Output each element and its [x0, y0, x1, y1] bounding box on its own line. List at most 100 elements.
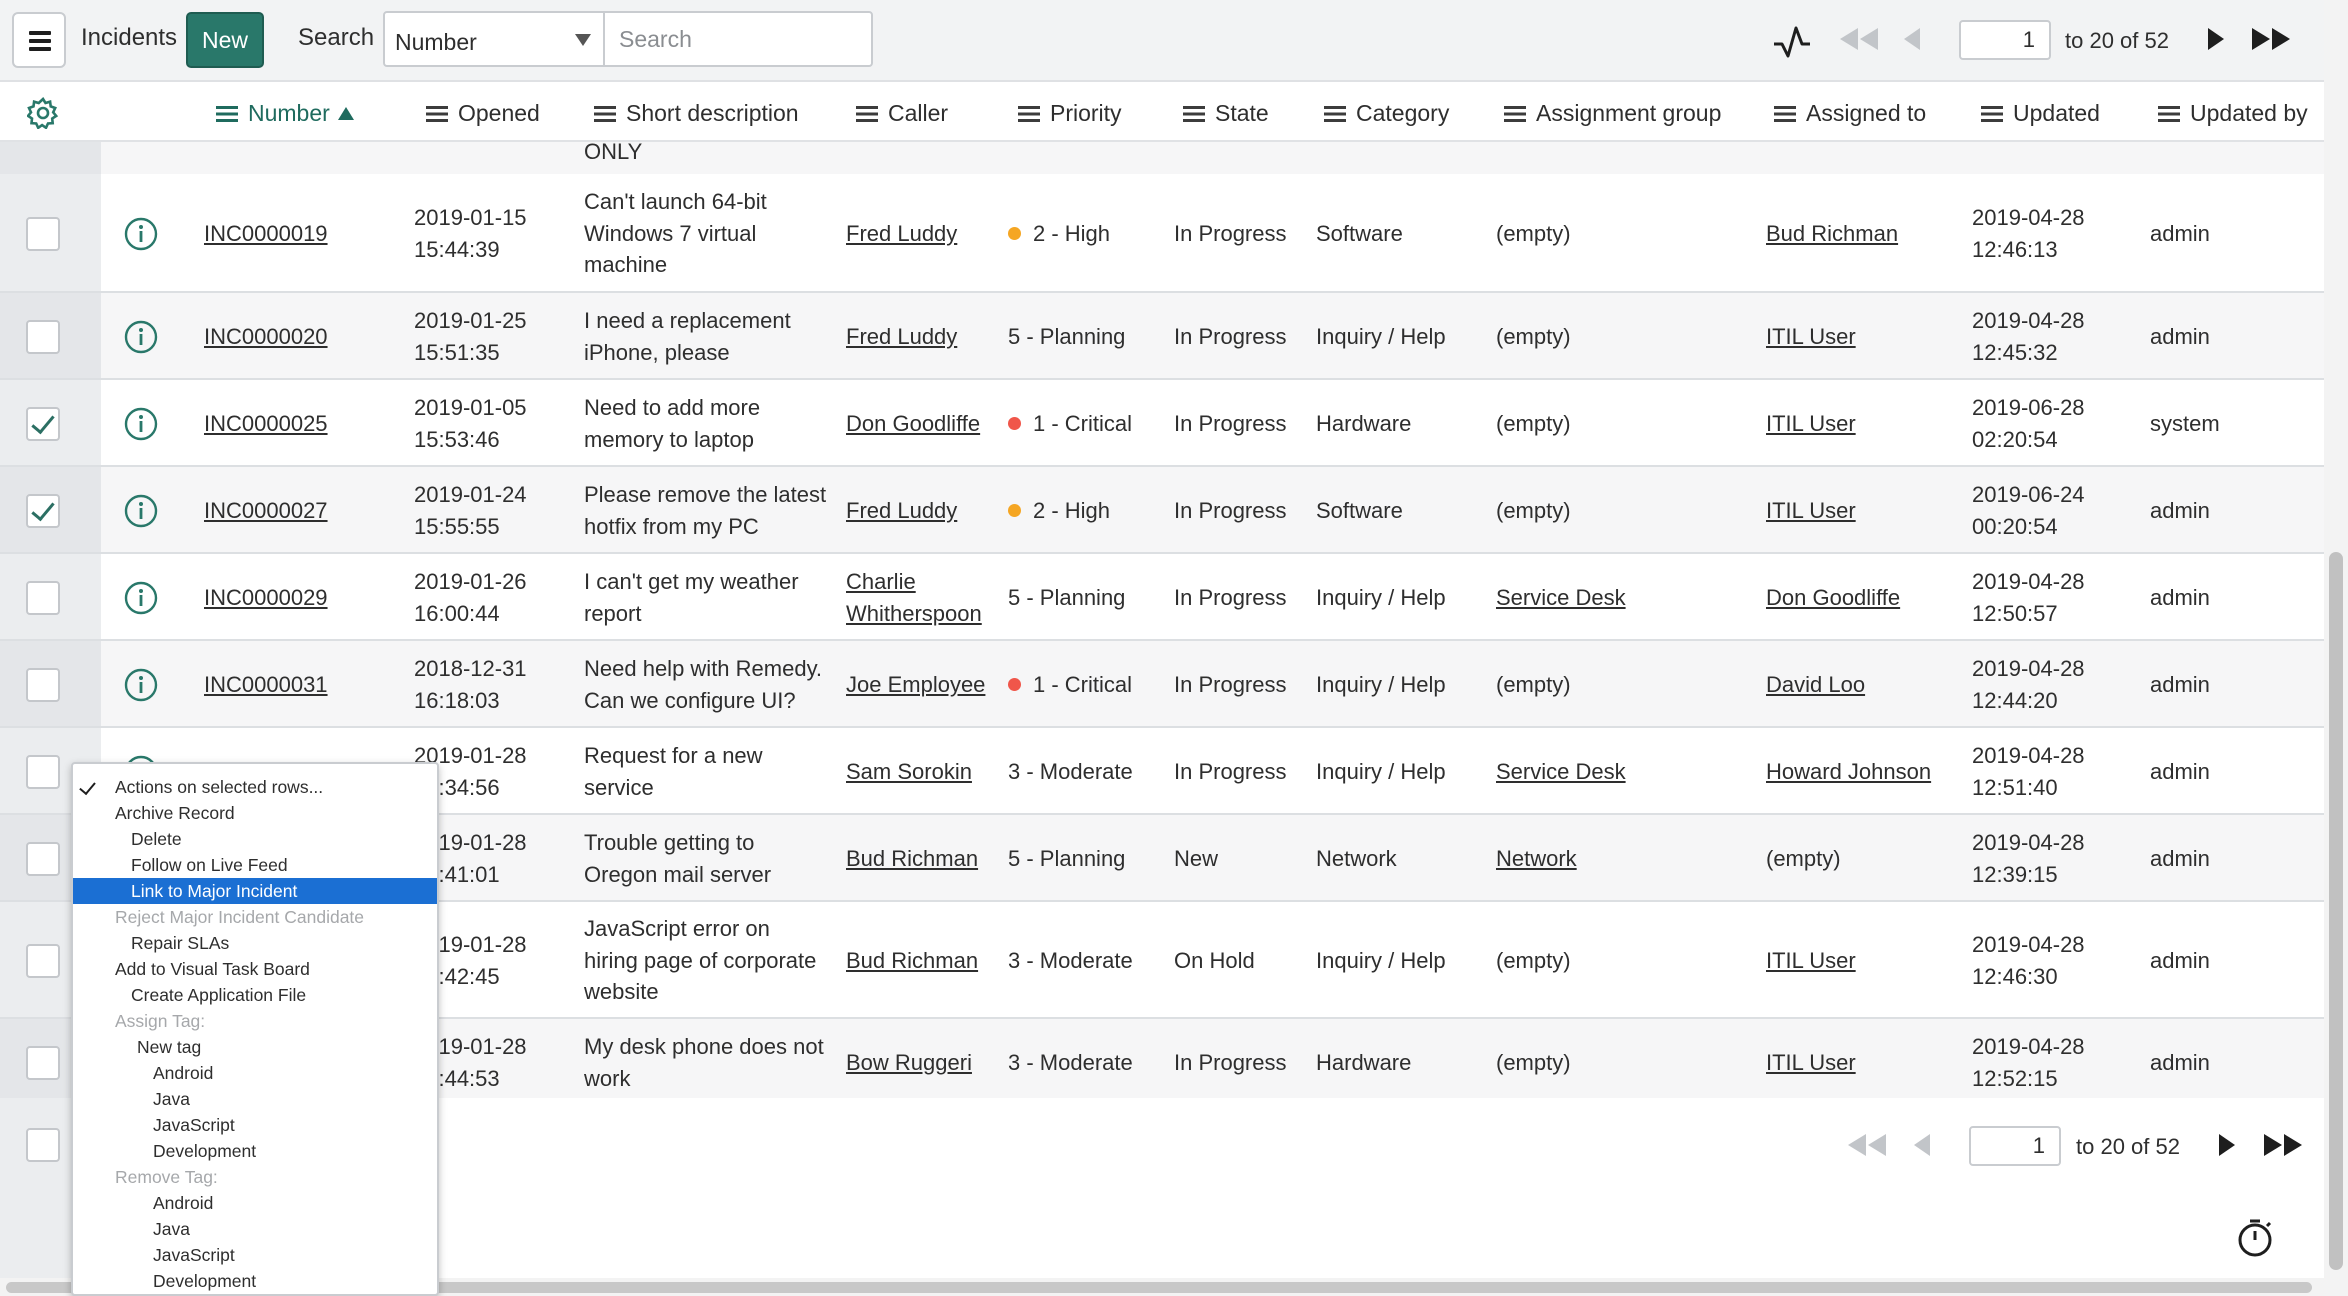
- select-all-checkbox[interactable]: [26, 1128, 60, 1162]
- assigned-to-link[interactable]: ITIL User: [1766, 1047, 1856, 1079]
- column-header-caller[interactable]: Caller: [856, 100, 948, 127]
- footer-page-number-input[interactable]: [1969, 1126, 2061, 1166]
- column-menu-icon[interactable]: [2158, 106, 2180, 122]
- column-header-priority[interactable]: Priority: [1018, 100, 1122, 127]
- menu-item[interactable]: Java: [73, 1086, 437, 1112]
- menu-item[interactable]: Android: [73, 1190, 437, 1216]
- menu-item[interactable]: Java: [73, 1216, 437, 1242]
- column-header-short-description[interactable]: Short description: [594, 100, 799, 127]
- column-header-state[interactable]: State: [1183, 100, 1269, 127]
- assigned-to-link[interactable]: ITIL User: [1766, 495, 1856, 527]
- incident-number-link[interactable]: INC0000025: [204, 408, 328, 440]
- caller-link[interactable]: Fred Luddy: [846, 218, 957, 250]
- footer-prev-page-icon[interactable]: [1912, 1134, 1932, 1156]
- column-menu-icon[interactable]: [594, 106, 616, 122]
- column-header-assignment-group[interactable]: Assignment group: [1504, 100, 1721, 127]
- row-checkbox[interactable]: [26, 841, 60, 876]
- incident-number-link[interactable]: INC0000020: [204, 321, 328, 353]
- gear-icon[interactable]: [27, 97, 59, 129]
- menu-item[interactable]: Delete: [73, 826, 437, 852]
- menu-item[interactable]: Add to Visual Task Board: [73, 956, 437, 982]
- vertical-scrollbar[interactable]: [2324, 0, 2348, 1296]
- prev-page-icon[interactable]: [1902, 28, 1922, 50]
- row-checkbox[interactable]: [26, 667, 60, 702]
- assigned-to-link[interactable]: Howard Johnson: [1766, 756, 1931, 788]
- row-checkbox[interactable]: [26, 754, 60, 789]
- caller-link[interactable]: Sam Sorokin: [846, 756, 972, 788]
- column-header-category[interactable]: Category: [1324, 100, 1449, 127]
- last-page-icon[interactable]: [2250, 28, 2294, 50]
- column-menu-icon[interactable]: [216, 106, 238, 122]
- column-menu-icon[interactable]: [1504, 106, 1526, 122]
- info-icon[interactable]: [124, 494, 158, 528]
- first-page-icon[interactable]: [1838, 28, 1880, 50]
- column-menu-icon[interactable]: [426, 106, 448, 122]
- row-checkbox[interactable]: [26, 943, 60, 978]
- info-icon[interactable]: [124, 217, 158, 251]
- column-header-opened[interactable]: Opened: [426, 100, 540, 127]
- row-checkbox[interactable]: [26, 580, 60, 615]
- assignment-group-link[interactable]: Service Desk: [1496, 582, 1626, 614]
- menu-item[interactable]: Archive Record: [73, 800, 437, 826]
- menu-item[interactable]: JavaScript: [73, 1242, 437, 1268]
- caller-link[interactable]: Bow Ruggeri: [846, 1047, 972, 1079]
- menu-item[interactable]: Repair SLAs: [73, 930, 437, 956]
- actions-context-menu[interactable]: Actions on selected rows... Archive Recor…: [71, 762, 439, 1296]
- footer-last-page-icon[interactable]: [2262, 1134, 2306, 1156]
- caller-link[interactable]: Fred Luddy: [846, 321, 957, 353]
- menu-item[interactable]: Android: [73, 1060, 437, 1086]
- assigned-to-link[interactable]: Don Goodliffe: [1766, 582, 1900, 614]
- list-menu-button[interactable]: [12, 12, 66, 68]
- menu-item[interactable]: Actions on selected rows...: [73, 774, 437, 800]
- new-button[interactable]: New: [186, 12, 264, 68]
- info-icon[interactable]: [124, 668, 158, 702]
- menu-item[interactable]: Follow on Live Feed: [73, 852, 437, 878]
- row-checkbox[interactable]: [26, 216, 60, 251]
- stopwatch-icon[interactable]: [2236, 1218, 2274, 1258]
- column-header-updated[interactable]: Updated: [1981, 100, 2100, 127]
- column-header-number[interactable]: Number: [216, 100, 354, 127]
- incident-number-link[interactable]: INC0000027: [204, 495, 328, 527]
- column-menu-icon[interactable]: [856, 106, 878, 122]
- row-checkbox[interactable]: [26, 406, 60, 441]
- footer-first-page-icon[interactable]: [1846, 1134, 1888, 1156]
- assigned-to-link[interactable]: Bud Richman: [1766, 218, 1898, 250]
- menu-item[interactable]: Link to Major Incident: [73, 878, 437, 904]
- info-icon[interactable]: [124, 581, 158, 615]
- column-header-assigned-to[interactable]: Assigned to: [1774, 100, 1926, 127]
- caller-link[interactable]: Bud Richman: [846, 945, 978, 977]
- column-menu-icon[interactable]: [1774, 106, 1796, 122]
- assignment-group-link[interactable]: Network: [1496, 843, 1577, 875]
- menu-item[interactable]: JavaScript: [73, 1112, 437, 1138]
- caller-link[interactable]: Don Goodliffe: [846, 408, 980, 440]
- activity-icon[interactable]: [1772, 24, 1812, 60]
- caller-link[interactable]: Bud Richman: [846, 843, 978, 875]
- row-checkbox[interactable]: [26, 319, 60, 354]
- search-input[interactable]: [603, 11, 873, 67]
- menu-item[interactable]: Development: [73, 1268, 437, 1294]
- menu-item[interactable]: Development: [73, 1138, 437, 1164]
- assigned-to-link[interactable]: ITIL User: [1766, 321, 1856, 353]
- caller-link[interactable]: Fred Luddy: [846, 495, 957, 527]
- vertical-scrollbar-thumb[interactable]: [2329, 552, 2343, 1270]
- row-checkbox[interactable]: [26, 1045, 60, 1080]
- page-number-input[interactable]: [1959, 20, 2051, 60]
- search-field-select[interactable]: Number: [383, 11, 605, 67]
- menu-item[interactable]: Create Application File: [73, 982, 437, 1008]
- incident-number-link[interactable]: INC0000019: [204, 218, 328, 250]
- row-checkbox[interactable]: [26, 493, 60, 528]
- column-menu-icon[interactable]: [1981, 106, 2003, 122]
- column-header-updated-by[interactable]: Updated by: [2158, 100, 2308, 127]
- menu-item[interactable]: New tag: [73, 1034, 437, 1060]
- incident-number-link[interactable]: INC0000029: [204, 582, 328, 614]
- assigned-to-link[interactable]: ITIL User: [1766, 945, 1856, 977]
- column-menu-icon[interactable]: [1018, 106, 1040, 122]
- incident-number-link[interactable]: INC0000031: [204, 669, 328, 701]
- footer-next-page-icon[interactable]: [2217, 1134, 2237, 1156]
- column-menu-icon[interactable]: [1324, 106, 1346, 122]
- info-icon[interactable]: [124, 320, 158, 354]
- next-page-icon[interactable]: [2206, 28, 2226, 50]
- column-menu-icon[interactable]: [1183, 106, 1205, 122]
- info-icon[interactable]: [124, 407, 158, 441]
- caller-link[interactable]: Joe Employee: [846, 669, 985, 701]
